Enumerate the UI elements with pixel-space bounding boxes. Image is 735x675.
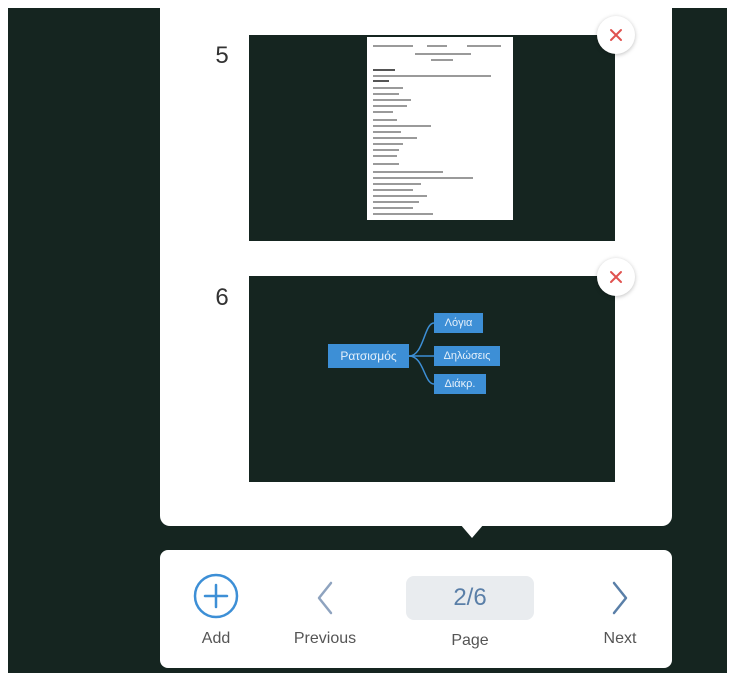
page-navigation-toolbar: Add Previous 2/6 Page Next [160,550,672,668]
previous-label: Previous [293,630,357,647]
delete-page-5-button[interactable] [597,16,635,54]
page-thumbnail-6[interactable]: Ρατσισμός Λόγια Δηλώσεις Διάκρ. [249,276,615,482]
previous-page-button[interactable]: Previous [282,550,368,668]
mindmap-child-node: Διάκρ. [434,374,486,394]
panel-pointer [460,524,484,538]
delete-page-6-button[interactable] [597,258,635,296]
add-label: Add [201,630,231,647]
close-icon [610,29,622,41]
page-label-container: Page [430,550,510,668]
page-number-6: 6 [215,284,229,311]
chevron-right-icon [612,581,628,615]
close-icon [610,271,622,283]
add-circle-icon [193,573,239,619]
document-preview [367,37,513,220]
mindmap-root-node: Ρατσισμός [328,344,409,368]
next-label: Next [603,630,637,647]
mindmap-child-node: Λόγια [434,313,483,333]
page-label: Page [451,632,489,649]
chevron-left-icon [317,581,333,615]
add-page-button[interactable]: Add [178,550,254,668]
page-thumbnail-5[interactable] [249,35,615,241]
mindmap-child-node: Δηλώσεις [434,346,500,366]
page-number-5: 5 [215,42,229,69]
pages-panel: 5 6 Ρατσισμός Λόγια Δηλώσεις Διάκρ. [160,8,672,526]
next-page-button[interactable]: Next [582,550,658,668]
mindmap-connectors [408,322,435,385]
